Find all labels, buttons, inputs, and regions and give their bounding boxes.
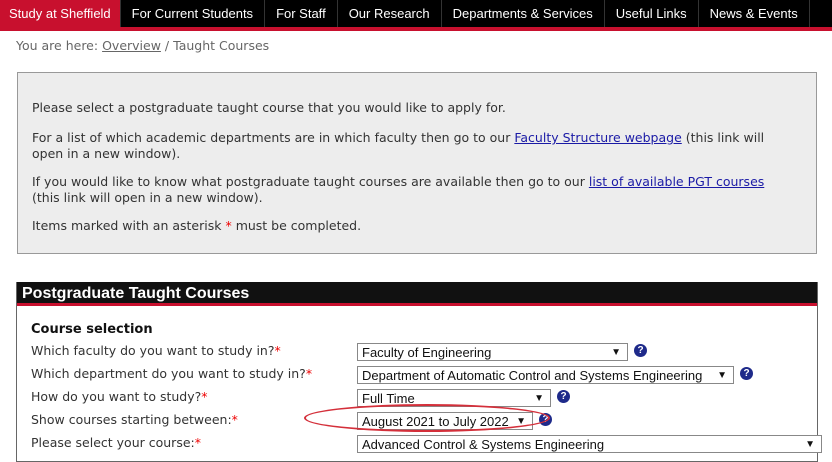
course-select-value: Advanced Control & Systems Engineering bbox=[362, 437, 605, 452]
course-select[interactable]: Advanced Control & Systems Engineering ▼ bbox=[357, 435, 822, 453]
top-navigation: Study at Sheffield For Current Students … bbox=[0, 0, 832, 31]
course-start-label-text: Show courses starting between: bbox=[31, 412, 232, 427]
breadcrumb-current: Taught Courses bbox=[173, 38, 270, 53]
department-label: Which department do you want to study in… bbox=[31, 366, 312, 381]
required-asterisk: * bbox=[274, 343, 281, 358]
course-label-text: Please select your course: bbox=[31, 435, 195, 450]
chevron-down-icon: ▼ bbox=[516, 416, 526, 427]
chevron-down-icon: ▼ bbox=[805, 439, 815, 450]
required-asterisk: * bbox=[201, 389, 208, 404]
study-mode-select[interactable]: Full Time ▼ bbox=[357, 389, 551, 407]
study-mode-label: How do you want to study?* bbox=[31, 389, 208, 404]
department-label-text: Which department do you want to study in… bbox=[31, 366, 306, 381]
help-icon[interactable]: ? bbox=[539, 413, 552, 426]
info-asterisk-note: Items marked with an asterisk * must be … bbox=[32, 218, 786, 234]
section-title: Course selection bbox=[31, 322, 153, 337]
required-asterisk: * bbox=[194, 435, 201, 450]
course-label: Please select your course:* bbox=[31, 435, 201, 450]
pgt-courses-link[interactable]: list of available PGT courses bbox=[589, 174, 764, 189]
nav-useful-links[interactable]: Useful Links bbox=[605, 0, 699, 27]
info-asterisk-text: Items marked with an asterisk bbox=[32, 218, 226, 233]
panel-title: Postgraduate Taught Courses bbox=[17, 282, 817, 306]
help-icon[interactable]: ? bbox=[634, 344, 647, 357]
department-select[interactable]: Department of Automatic Control and Syst… bbox=[357, 366, 734, 384]
chevron-down-icon: ▼ bbox=[534, 393, 544, 404]
info-intro-text: Please select a postgraduate taught cour… bbox=[32, 100, 506, 115]
nav-study-at-sheffield[interactable]: Study at Sheffield bbox=[0, 0, 121, 27]
department-select-value: Department of Automatic Control and Syst… bbox=[362, 368, 703, 383]
faculty-structure-link[interactable]: Faculty Structure webpage bbox=[514, 130, 681, 145]
info-intro: Please select a postgraduate taught cour… bbox=[32, 100, 786, 116]
nav-current-students[interactable]: For Current Students bbox=[121, 0, 266, 27]
info-faculty-text: For a list of which academic departments… bbox=[32, 130, 515, 145]
course-start-select-value: August 2021 to July 2022 bbox=[362, 414, 509, 429]
course-start-label: Show courses starting between:* bbox=[31, 412, 238, 427]
faculty-label: Which faculty do you want to study in?* bbox=[31, 343, 281, 358]
info-pgt-text: If you would like to know what postgradu… bbox=[32, 174, 589, 189]
help-icon[interactable]: ? bbox=[740, 367, 753, 380]
nav-news-events[interactable]: News & Events bbox=[699, 0, 810, 27]
required-asterisk: * bbox=[305, 366, 313, 381]
breadcrumb-separator: / bbox=[164, 38, 170, 53]
study-mode-label-text: How do you want to study? bbox=[31, 389, 202, 404]
chevron-down-icon: ▼ bbox=[611, 347, 621, 358]
faculty-select[interactable]: Faculty of Engineering ▼ bbox=[357, 343, 628, 361]
info-asterisk-text-end: must be completed. bbox=[231, 218, 362, 233]
faculty-select-value: Faculty of Engineering bbox=[362, 345, 492, 360]
info-pgt-courses: If you would like to know what postgradu… bbox=[32, 174, 786, 206]
breadcrumb: You are here: Overview / Taught Courses bbox=[16, 38, 269, 53]
nav-accent-bar bbox=[0, 27, 832, 31]
breadcrumb-prefix: You are here: bbox=[16, 38, 99, 53]
info-faculty-structure: For a list of which academic departments… bbox=[32, 130, 786, 162]
help-icon[interactable]: ? bbox=[557, 390, 570, 403]
course-start-select[interactable]: August 2021 to July 2022 ▼ bbox=[357, 412, 533, 430]
breadcrumb-overview-link[interactable]: Overview bbox=[102, 38, 161, 53]
info-panel: Please select a postgraduate taught cour… bbox=[17, 72, 817, 254]
required-asterisk: * bbox=[231, 412, 238, 427]
course-panel: Postgraduate Taught Courses Course selec… bbox=[16, 282, 822, 462]
faculty-label-text: Which faculty do you want to study in? bbox=[31, 343, 275, 358]
nav-our-research[interactable]: Our Research bbox=[338, 0, 442, 27]
nav-for-staff[interactable]: For Staff bbox=[265, 0, 338, 27]
chevron-down-icon: ▼ bbox=[717, 370, 727, 381]
nav-departments-services[interactable]: Departments & Services bbox=[442, 0, 605, 27]
study-mode-select-value: Full Time bbox=[362, 391, 415, 406]
info-pgt-text-end: (this link will open in a new window). bbox=[32, 190, 263, 205]
